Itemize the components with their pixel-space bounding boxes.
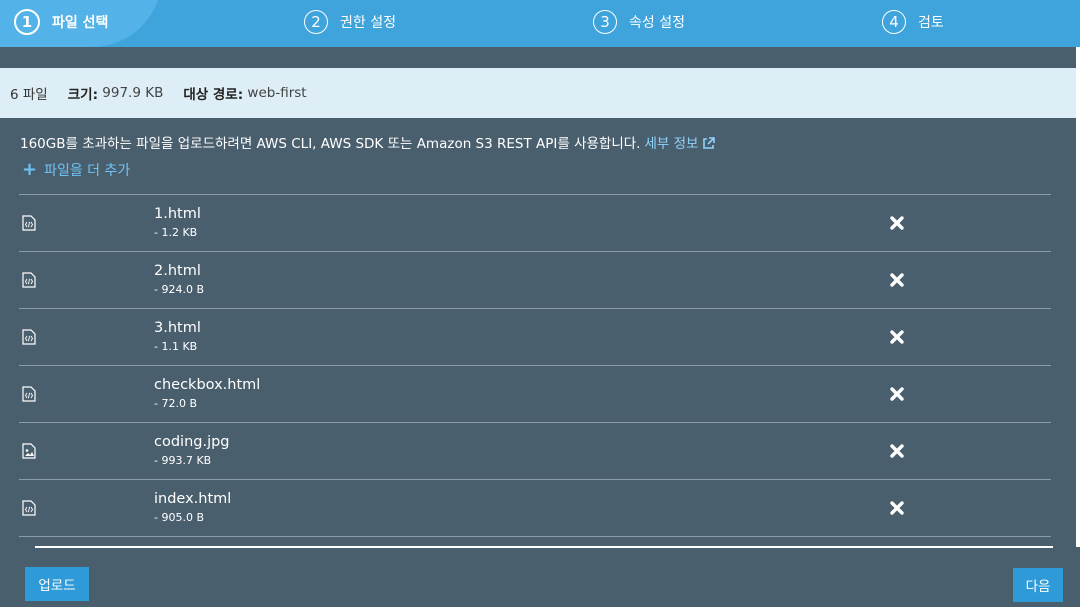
- target-label: 대상 경로:: [183, 87, 244, 103]
- remove-file-button[interactable]: [888, 271, 906, 289]
- step-number: 1: [14, 9, 40, 35]
- list-footer-divider: [35, 546, 1053, 548]
- file-size: - 1.2 KB: [154, 226, 198, 239]
- file-row: 2.html - 924.0 B: [19, 251, 1051, 308]
- remove-file-button[interactable]: [888, 214, 906, 232]
- size-value: 997.9 KB: [102, 85, 164, 101]
- code-file-icon: [22, 272, 36, 288]
- step-review[interactable]: 4 검토: [882, 9, 944, 35]
- step-set-properties[interactable]: 3 속성 설정: [593, 9, 685, 35]
- notice-text: 160GB를 초과하는 파일을 업로드하려면 AWS CLI, AWS SDK …: [20, 136, 641, 152]
- close-icon: [890, 501, 904, 515]
- remove-file-button[interactable]: [888, 442, 906, 460]
- close-icon: [890, 444, 904, 458]
- plus-icon: +: [22, 159, 38, 180]
- close-icon: [890, 330, 904, 344]
- image-file-icon: [22, 443, 36, 459]
- upload-button[interactable]: 업로드: [25, 567, 89, 601]
- file-row: coding.jpg - 993.7 KB: [19, 422, 1051, 479]
- file-name: 1.html: [154, 206, 201, 222]
- size-label: 크기:: [67, 87, 98, 103]
- code-file-icon: [22, 215, 36, 231]
- file-size: - 905.0 B: [154, 511, 204, 524]
- step-number: 4: [882, 10, 906, 34]
- file-list: 1.html - 1.2 KB 2.html - 924.0 B 3.html …: [19, 194, 1051, 537]
- close-icon: [890, 273, 904, 287]
- step-number: 3: [593, 10, 617, 34]
- file-name: 3.html: [154, 320, 201, 336]
- code-file-icon: [22, 386, 36, 402]
- details-link[interactable]: 세부 정보: [644, 136, 716, 152]
- code-file-icon: [22, 500, 36, 516]
- step-label: 권한 설정: [340, 15, 396, 31]
- step-select-files[interactable]: 1 파일 선택: [14, 9, 108, 35]
- remove-file-button[interactable]: [888, 385, 906, 403]
- file-size: - 924.0 B: [154, 283, 204, 296]
- file-row: index.html - 905.0 B: [19, 479, 1051, 537]
- details-link-label: 세부 정보: [644, 136, 699, 152]
- file-name: coding.jpg: [154, 434, 230, 450]
- remove-file-button[interactable]: [888, 328, 906, 346]
- file-size: - 72.0 B: [154, 397, 198, 410]
- close-icon: [890, 216, 904, 230]
- file-name: checkbox.html: [154, 377, 261, 393]
- step-number: 2: [304, 10, 328, 34]
- step-label: 속성 설정: [629, 15, 685, 31]
- upload-summary: 6 파일 크기: 997.9 KB 대상 경로: web-first: [0, 68, 1076, 118]
- target-value: web-first: [247, 85, 307, 101]
- file-name: index.html: [154, 491, 232, 507]
- remove-file-button[interactable]: [888, 499, 906, 517]
- header-divider: [0, 47, 1080, 68]
- external-link-icon: [703, 137, 716, 149]
- add-more-files-button[interactable]: + 파일을 더 추가: [22, 160, 130, 180]
- code-file-icon: [22, 329, 36, 345]
- file-row: 3.html - 1.1 KB: [19, 308, 1051, 365]
- file-size: - 1.1 KB: [154, 340, 198, 353]
- next-button[interactable]: 다음: [1013, 568, 1063, 602]
- step-label: 파일 선택: [52, 15, 109, 31]
- file-row: 1.html - 1.2 KB: [19, 194, 1051, 251]
- step-set-permissions[interactable]: 2 권한 설정: [304, 9, 396, 35]
- size-limit-notice: 160GB를 초과하는 파일을 업로드하려면 AWS CLI, AWS SDK …: [20, 132, 716, 152]
- file-count: 6 파일: [10, 87, 48, 103]
- close-icon: [890, 387, 904, 401]
- add-more-label: 파일을 더 추가: [44, 163, 131, 179]
- step-label: 검토: [918, 15, 944, 31]
- file-row: checkbox.html - 72.0 B: [19, 365, 1051, 422]
- wizard-steps: 1 파일 선택 2 권한 설정 3 속성 설정 4 검토: [0, 0, 1080, 47]
- file-name: 2.html: [154, 263, 201, 279]
- file-size: - 993.7 KB: [154, 454, 212, 467]
- scrollbar[interactable]: [1076, 47, 1080, 547]
